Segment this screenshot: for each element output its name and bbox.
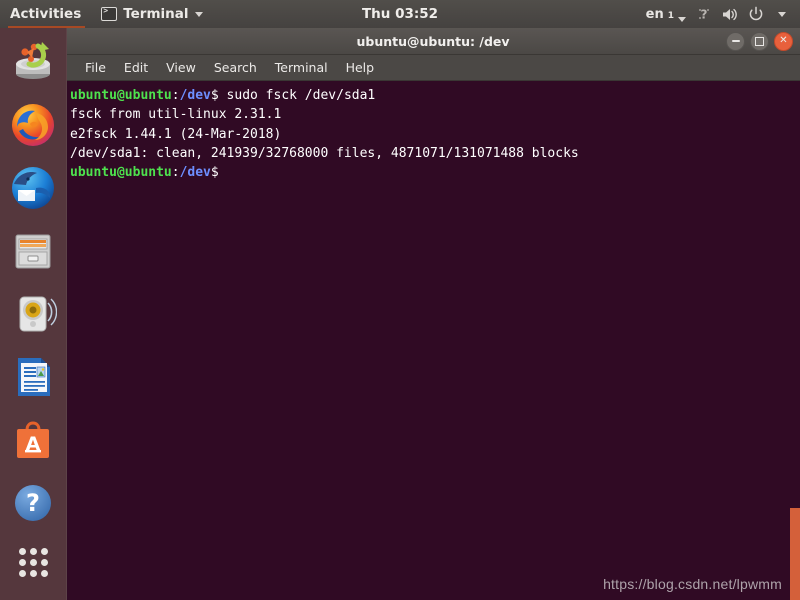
menu-terminal[interactable]: Terminal (266, 58, 337, 77)
menu-search[interactable]: Search (205, 58, 266, 77)
grid-dot (41, 559, 48, 566)
activities-label: Activities (10, 6, 82, 22)
maximize-button[interactable] (750, 31, 769, 51)
grid-dot (19, 548, 26, 555)
keyboard-layout-variant: 1 (667, 10, 674, 21)
disk-install-icon (16, 42, 50, 79)
terminal-user-host: ubuntu@ubuntu (70, 88, 172, 103)
dock-item-rhythmbox[interactable] (9, 290, 57, 338)
terminal-icon (101, 6, 118, 21)
thunderbird-icon (12, 167, 54, 209)
minimize-button[interactable] (726, 31, 745, 51)
terminal-path: /dev (179, 165, 211, 181)
firefox-icon (12, 104, 54, 146)
top-panel: Activities Terminal Thu 03:52 en1 ? (0, 0, 800, 28)
app-menu-button[interactable]: Terminal (93, 0, 210, 28)
terminal-command: $ (210, 165, 219, 181)
dock-item-ubuntu-software[interactable]: A (9, 416, 57, 464)
dock-item-install-ubuntu[interactable] (9, 38, 57, 86)
window-title: ubuntu@ubuntu: /dev (356, 33, 510, 49)
dock-item-thunderbird[interactable] (9, 164, 57, 212)
chevron-down-icon (678, 16, 686, 22)
dock-item-libreoffice-writer[interactable] (9, 353, 57, 401)
window-controls: ✕ (726, 28, 793, 54)
terminal-line: ubuntu@ubuntu:/dev$ sudo fsck /dev/sda1 (70, 86, 800, 105)
desktop-screen: Activities Terminal Thu 03:52 en1 ? (0, 0, 800, 600)
document-icon (18, 358, 50, 396)
activities-button[interactable]: Activities (0, 0, 93, 28)
question-mark-icon: ? (15, 485, 51, 521)
terminal-output-line: e2fsck 1.44.1 (24-Mar-2018) (70, 126, 282, 142)
shopping-bag-a-icon: A (17, 421, 49, 458)
window-titlebar[interactable]: ubuntu@ubuntu: /dev ✕ (66, 28, 800, 55)
terminal-user-host: ubuntu@ubuntu (70, 165, 172, 181)
keyboard-layout-indicator[interactable]: en 1 (642, 7, 690, 22)
terminal-prompt-colon: : (171, 88, 180, 103)
grid-dot (41, 548, 48, 555)
dock-item-help[interactable]: ? (9, 479, 57, 527)
keyboard-layout-label: en (645, 6, 664, 22)
show-applications-button[interactable] (9, 538, 57, 586)
terminal-text: ubuntu@ubuntu:/dev$ sudo fsck /dev/sda1 f… (70, 86, 800, 182)
menu-file[interactable]: File (76, 58, 115, 77)
terminal-output-line: /dev/sda1: clean, 241939/32768000 files,… (70, 145, 579, 161)
grid-dot (30, 559, 37, 566)
svg-text:?: ? (701, 8, 708, 22)
terminal-output-area[interactable]: ubuntu@ubuntu:/dev$ sudo fsck /dev/sda1 f… (66, 81, 800, 600)
terminal-path: /dev (179, 88, 211, 103)
grid-dot (19, 559, 26, 566)
menu-help[interactable]: Help (337, 58, 384, 77)
maximize-glyph (755, 36, 764, 46)
panel-status-area: en 1 ? (642, 0, 794, 28)
speaker-icon (19, 296, 57, 332)
terminal-window: ubuntu@ubuntu: /dev ✕ File Edit View Sea… (66, 28, 800, 600)
app-menu-label: Terminal (123, 6, 189, 22)
minimize-glyph (731, 40, 740, 42)
terminal-command: $ sudo fsck /dev/sda1 (210, 88, 376, 103)
grid-dot (30, 570, 37, 577)
svg-text:?: ? (26, 489, 40, 517)
terminal-line: ubuntu@ubuntu:/dev$ (70, 163, 800, 182)
grid-dot (19, 570, 26, 577)
watermark: https://blog.csdn.net/lpwmm (603, 576, 782, 592)
help-icon[interactable]: ? (692, 0, 716, 28)
dock-item-files[interactable] (9, 227, 57, 275)
file-cabinet-icon (15, 234, 51, 269)
menu-view[interactable]: View (157, 58, 205, 77)
dock-item-firefox[interactable] (9, 101, 57, 149)
chevron-down-icon (194, 11, 203, 17)
terminal-output-line: fsck from util-linux 2.31.1 (70, 107, 282, 123)
menubar: File Edit View Search Terminal Help (66, 55, 800, 81)
volume-icon[interactable] (718, 0, 742, 28)
grid-dot (30, 548, 37, 555)
system-menu-chevron-down-icon[interactable] (770, 0, 794, 28)
close-button[interactable]: ✕ (774, 31, 793, 51)
grid-dot (41, 570, 48, 577)
terminal-prompt-colon: : (171, 165, 180, 181)
menu-edit[interactable]: Edit (115, 58, 157, 77)
scrollbar-marker[interactable] (790, 508, 800, 600)
dock: A ? (0, 28, 67, 600)
power-icon[interactable] (744, 0, 768, 28)
chevron-down-glyph (778, 11, 786, 17)
